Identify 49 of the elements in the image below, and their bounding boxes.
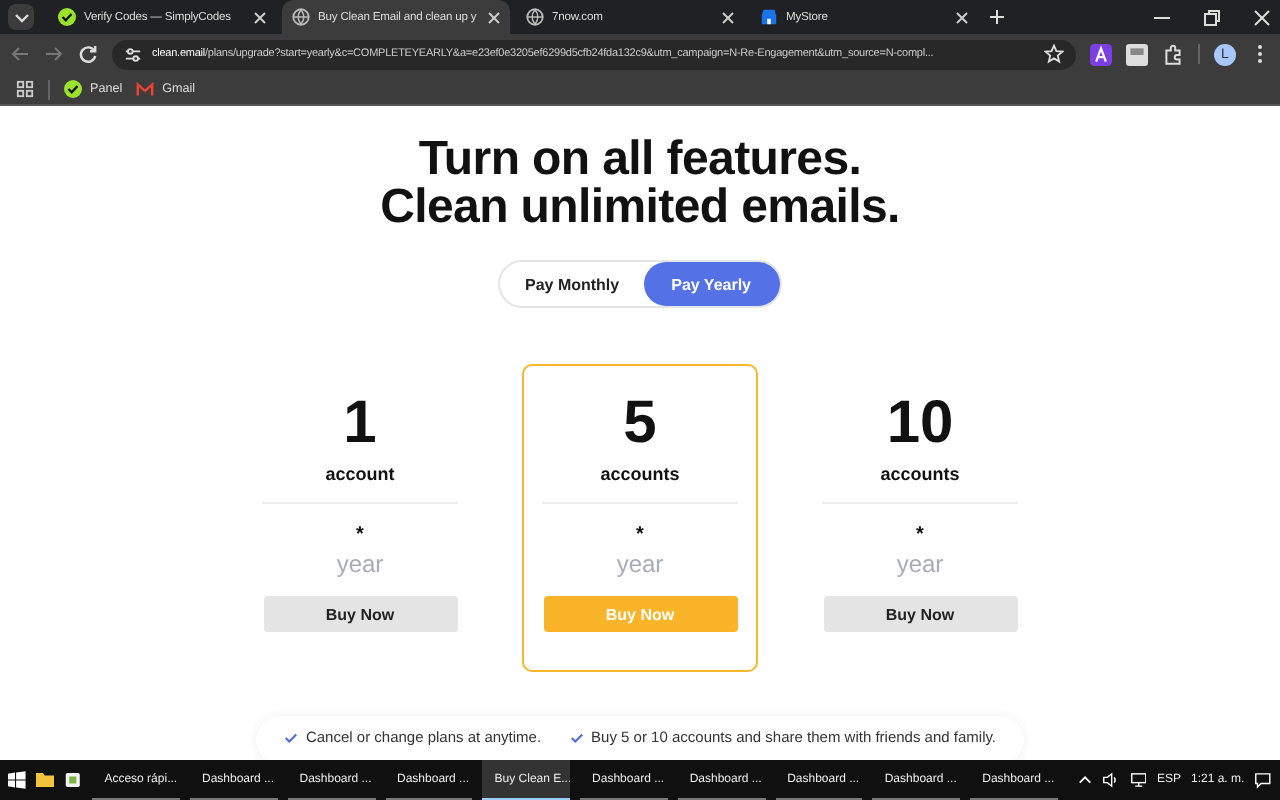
- notification-icon[interactable]: [1254, 770, 1272, 790]
- speaker-icon[interactable]: [1101, 770, 1120, 790]
- check-icon: [283, 731, 298, 743]
- billing-option[interactable]: Pay Yearly: [643, 262, 779, 306]
- price-text: *: [636, 524, 644, 546]
- extension-icon[interactable]: [1126, 43, 1148, 65]
- chevron-down-icon: [13, 9, 29, 25]
- forward-icon[interactable]: [44, 44, 64, 64]
- apps-grid-icon[interactable]: [16, 80, 34, 98]
- star-icon[interactable]: [1044, 44, 1064, 64]
- reload-icon[interactable]: [78, 44, 98, 64]
- check-icon: [569, 731, 584, 743]
- windows-start-icon[interactable]: [8, 770, 26, 790]
- billing-option[interactable]: Pay Monthly: [500, 262, 644, 306]
- folder-icon[interactable]: [35, 770, 55, 790]
- period-label: year: [336, 550, 384, 578]
- tab-list-button[interactable]: [8, 4, 34, 30]
- account-count: 10: [886, 392, 954, 456]
- account-count: 5: [623, 392, 657, 456]
- account-label: accounts: [600, 464, 680, 484]
- check-circle-icon: [58, 8, 76, 26]
- account-label: accounts: [880, 464, 960, 484]
- extension-icon[interactable]: [1090, 43, 1112, 65]
- app-icon[interactable]: [64, 770, 83, 790]
- buy-now-button[interactable]: Buy Now: [263, 596, 457, 632]
- period-label: year: [616, 550, 664, 578]
- chevron-up-icon[interactable]: [1077, 772, 1092, 788]
- close-tab-icon[interactable]: [722, 11, 734, 23]
- close-icon[interactable]: [1252, 7, 1272, 27]
- close-tab-icon[interactable]: [956, 11, 968, 23]
- globe-icon: [526, 8, 544, 26]
- page-heading: Turn on all features. Clean unlimited emails.: [380, 136, 900, 232]
- account-count: 1: [343, 392, 377, 456]
- store-icon: [760, 8, 778, 26]
- close-tab-icon[interactable]: [488, 11, 500, 23]
- back-icon[interactable]: [10, 44, 30, 64]
- price-text: *: [356, 524, 364, 546]
- mail-icon: [136, 81, 155, 97]
- buy-now-button[interactable]: Buy Now: [823, 596, 1017, 632]
- price-text: *: [916, 524, 924, 546]
- account-label: account: [325, 464, 395, 484]
- globe-icon: [292, 8, 310, 26]
- period-label: year: [896, 550, 944, 578]
- site-settings-icon: [124, 45, 142, 63]
- check-circle-icon: [64, 80, 82, 98]
- close-tab-icon[interactable]: [254, 11, 266, 23]
- restore-icon[interactable]: [1202, 7, 1222, 27]
- puzzle-icon[interactable]: [1162, 43, 1184, 65]
- new-tab-icon[interactable]: [990, 10, 1004, 24]
